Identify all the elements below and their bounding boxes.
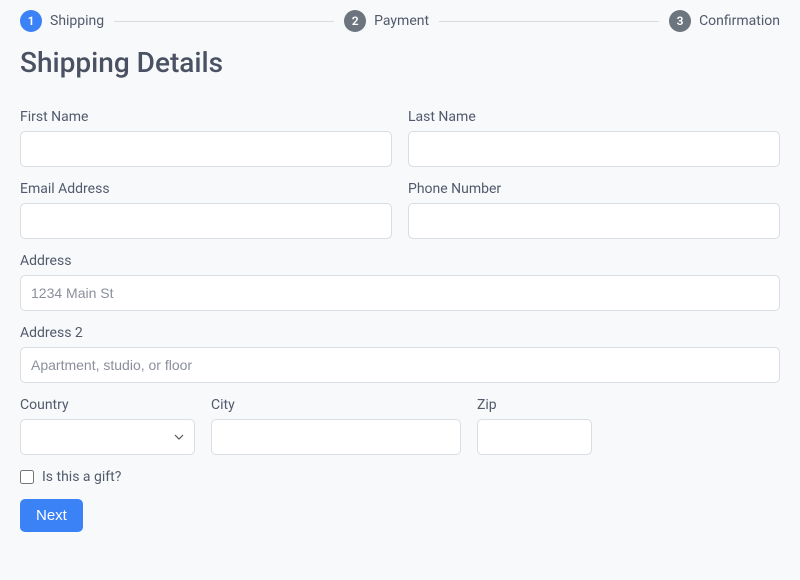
- last-name-label: Last Name: [408, 109, 780, 125]
- city-input[interactable]: [211, 419, 461, 455]
- step-connector: [114, 21, 334, 22]
- step-payment[interactable]: 2 Payment: [344, 10, 429, 32]
- address-label: Address: [20, 253, 780, 269]
- city-label: City: [211, 397, 461, 413]
- step-connector: [439, 21, 659, 22]
- step-confirmation[interactable]: 3 Confirmation: [669, 10, 780, 32]
- first-name-input[interactable]: [20, 131, 392, 167]
- zip-label: Zip: [477, 397, 592, 413]
- email-label: Email Address: [20, 181, 392, 197]
- address-input[interactable]: [20, 275, 780, 311]
- step-label-payment: Payment: [374, 13, 429, 29]
- first-name-label: First Name: [20, 109, 392, 125]
- step-label-confirmation: Confirmation: [699, 13, 780, 29]
- step-number-1: 1: [20, 10, 42, 32]
- gift-label[interactable]: Is this a gift?: [42, 469, 121, 485]
- next-button[interactable]: Next: [20, 499, 83, 532]
- zip-input[interactable]: [477, 419, 592, 455]
- email-input[interactable]: [20, 203, 392, 239]
- phone-input[interactable]: [408, 203, 780, 239]
- step-number-2: 2: [344, 10, 366, 32]
- stepper: 1 Shipping 2 Payment 3 Confirmation: [20, 10, 780, 32]
- country-select[interactable]: [20, 419, 195, 455]
- last-name-input[interactable]: [408, 131, 780, 167]
- country-label: Country: [20, 397, 195, 413]
- address2-label: Address 2: [20, 325, 780, 341]
- page-title: Shipping Details: [20, 46, 780, 79]
- phone-label: Phone Number: [408, 181, 780, 197]
- step-number-3: 3: [669, 10, 691, 32]
- step-label-shipping: Shipping: [50, 13, 104, 29]
- address2-input[interactable]: [20, 347, 780, 383]
- step-shipping[interactable]: 1 Shipping: [20, 10, 104, 32]
- gift-checkbox[interactable]: [20, 470, 34, 484]
